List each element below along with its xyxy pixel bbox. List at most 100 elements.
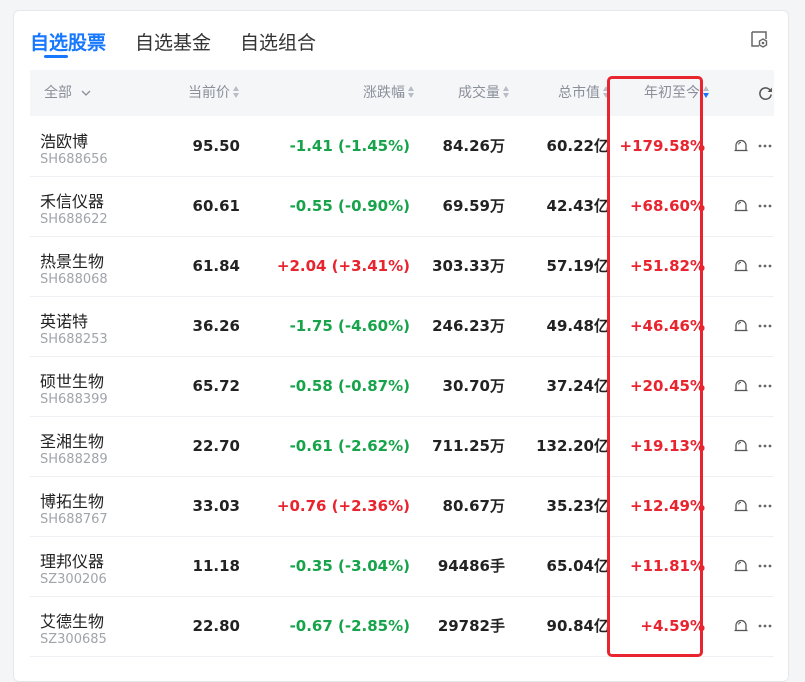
bell-alert-icon[interactable] [732,437,750,455]
stock-name[interactable]: 硕世生物 [40,368,104,392]
volume: 30.70万 [442,377,505,395]
stock-code: SH688253 [40,332,108,347]
bell-alert-icon[interactable] [732,557,750,575]
current-price: 60.61 [192,197,240,215]
tab-portfolios[interactable]: 自选组合 [240,28,316,55]
more-icon[interactable] [757,558,773,574]
column-label-volume: 成交量 [458,85,500,101]
column-header-price[interactable]: 当前价 [130,70,240,116]
sort-icon [233,85,240,99]
table-row[interactable]: 浩欧博 SH688656 95.50 -1.41 (-1.45%) 84.26万 60.2… [30,116,774,177]
volume: 84.26万 [442,137,505,155]
bell-alert-icon[interactable] [732,497,750,515]
ytd-change: +4.59% [640,617,705,635]
more-icon[interactable] [757,438,773,454]
market-cap: 57.19亿 [546,257,609,275]
volume: 94486手 [437,557,505,575]
price-change: -0.35 (-3.04%) [289,557,410,575]
chevron-down-icon [81,90,91,96]
stock-code: SH688622 [40,212,108,227]
price-change: -1.41 (-1.45%) [289,137,410,155]
table-row[interactable]: 理邦仪器 SZ300206 11.18 -0.35 (-3.04%) 94486手 65.… [30,536,774,597]
column-label-ytd: 年初至今 [644,85,700,101]
more-icon[interactable] [757,258,773,274]
bell-alert-icon[interactable] [732,137,750,155]
column-header-ytd[interactable]: 年初至今 [615,70,710,116]
market-cap: 37.24亿 [546,377,609,395]
bell-alert-icon[interactable] [732,197,750,215]
stock-code: SH688656 [40,152,108,167]
filter-all-label: 全部 [44,85,72,101]
volume: 246.23万 [432,317,505,335]
bell-alert-icon[interactable] [732,377,750,395]
more-icon[interactable] [757,618,773,634]
more-icon[interactable] [757,138,773,154]
market-cap: 35.23亿 [546,497,609,515]
bell-alert-icon[interactable] [732,317,750,335]
sort-desc-icon [703,85,710,99]
table-row[interactable]: 圣湘生物 SH688289 22.70 -0.61 (-2.62%) 711.25万 13… [30,416,774,477]
current-price: 33.03 [192,497,240,515]
table-row[interactable]: 博拓生物 SH688767 33.03 +0.76 (+2.36%) 80.67万 35.… [30,476,774,537]
market-cap: 132.20亿 [536,437,609,455]
column-header-change[interactable]: 涨跌幅 [245,70,415,116]
watchlist-card: 自选股票 自选基金 自选组合 全部 当前价 涨跌幅 成交量 总市值 年初至今 浩… [13,10,789,682]
column-header-volume[interactable]: 成交量 [410,70,510,116]
ytd-change: +11.81% [629,557,705,575]
price-change: -0.58 (-0.87%) [289,377,410,395]
volume: 303.33万 [432,257,505,275]
ytd-change: +12.49% [629,497,705,515]
ytd-change: +68.60% [629,197,705,215]
volume: 80.67万 [442,497,505,515]
bell-alert-icon[interactable] [732,617,750,635]
table-row[interactable]: 热景生物 SH688068 61.84 +2.04 (+3.41%) 303.33万 57… [30,236,774,297]
settings-icon[interactable] [749,29,769,49]
table-row[interactable]: 禾信仪器 SH688622 60.61 -0.55 (-0.90%) 69.59万 42.… [30,176,774,237]
current-price: 22.70 [192,437,240,455]
stock-code: SZ300206 [40,572,107,587]
more-icon[interactable] [757,318,773,334]
current-price: 95.50 [192,137,240,155]
market-cap: 65.04亿 [546,557,609,575]
stock-code: SZ300685 [40,632,107,647]
table-row[interactable]: 艾德生物 SZ300685 22.80 -0.67 (-2.85%) 29782手 90.… [30,596,774,657]
stock-name[interactable]: 浩欧博 [40,128,88,152]
market-cap: 60.22亿 [546,137,609,155]
stock-name[interactable]: 博拓生物 [40,488,104,512]
volume: 711.25万 [432,437,505,455]
table-row[interactable]: 英诺特 SH688253 36.26 -1.75 (-4.60%) 246.23万 49.… [30,296,774,357]
stock-name[interactable]: 热景生物 [40,248,104,272]
column-header-market-cap[interactable]: 总市值 [510,70,610,116]
refresh-icon[interactable] [757,85,774,102]
ytd-change: +179.58% [619,137,705,155]
stock-name[interactable]: 艾德生物 [40,608,104,632]
table-row[interactable]: 硕世生物 SH688399 65.72 -0.58 (-0.87%) 30.70万 37.… [30,356,774,417]
stock-code: SH688399 [40,392,108,407]
column-label-market-cap: 总市值 [558,85,600,101]
price-change: +0.76 (+2.36%) [276,497,410,515]
more-icon[interactable] [757,198,773,214]
more-icon[interactable] [757,378,773,394]
ytd-change: +19.13% [629,437,705,455]
current-price: 22.80 [192,617,240,635]
price-change: -1.75 (-4.60%) [289,317,410,335]
filter-all-dropdown[interactable]: 全部 [44,70,91,116]
current-price: 65.72 [192,377,240,395]
table-header: 全部 当前价 涨跌幅 成交量 总市值 年初至今 [30,70,774,116]
sort-icon [503,85,510,99]
active-tab-indicator [44,55,68,58]
tab-funds[interactable]: 自选基金 [135,28,211,55]
current-price: 61.84 [192,257,240,275]
stock-name[interactable]: 英诺特 [40,308,88,332]
tab-stocks[interactable]: 自选股票 [30,28,106,55]
volume: 69.59万 [442,197,505,215]
stock-name[interactable]: 禾信仪器 [40,188,104,212]
column-label-change: 涨跌幅 [363,85,405,101]
stock-name[interactable]: 圣湘生物 [40,428,104,452]
more-icon[interactable] [757,498,773,514]
ytd-change: +20.45% [629,377,705,395]
stock-name[interactable]: 理邦仪器 [40,548,104,572]
current-price: 36.26 [192,317,240,335]
price-change: -0.55 (-0.90%) [289,197,410,215]
bell-alert-icon[interactable] [732,257,750,275]
